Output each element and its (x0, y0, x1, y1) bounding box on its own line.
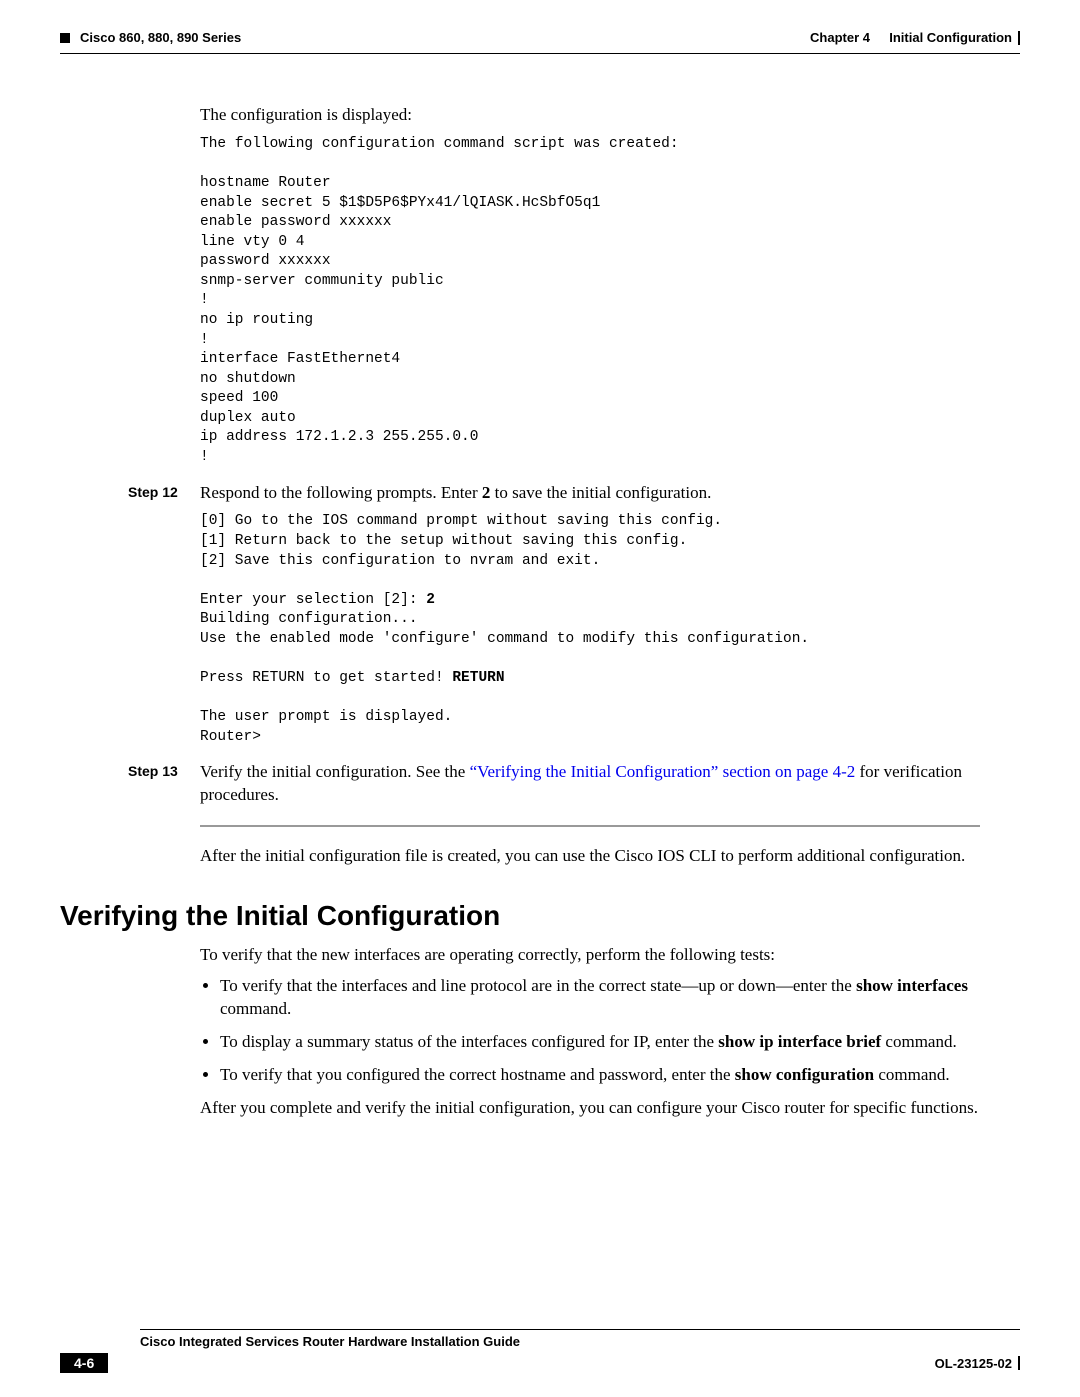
section-heading: Verifying the Initial Configuration (60, 900, 980, 932)
step-13-row: Step 13 Verify the initial configuration… (200, 761, 980, 807)
step12-text-before: Respond to the following prompts. Enter (200, 483, 482, 502)
step-13-label: Step 13 (128, 761, 186, 807)
header-rule (60, 53, 1020, 54)
list-item: To verify that you configured the correc… (220, 1064, 980, 1087)
header-left: Cisco 860, 880, 890 Series (60, 30, 241, 45)
code2-bold2: RETURN (452, 670, 504, 686)
page-footer: Cisco Integrated Services Router Hardwar… (60, 1329, 1020, 1373)
content-area: The configuration is displayed: The foll… (200, 104, 980, 1120)
step13-text-before: Verify the initial configuration. See th… (200, 762, 470, 781)
b3-bold: show configuration (735, 1065, 874, 1084)
code2-part3: The user prompt is displayed. Router> (200, 709, 452, 745)
b1-bold: show interfaces (856, 976, 968, 995)
footer-title: Cisco Integrated Services Router Hardwar… (140, 1334, 1020, 1349)
page: Cisco 860, 880, 890 Series Chapter 4 Ini… (0, 0, 1080, 1397)
header-title: Initial Configuration (889, 30, 1012, 45)
b3-a: To verify that you configured the correc… (220, 1065, 735, 1084)
b1-a: To verify that the interfaces and line p… (220, 976, 856, 995)
closing-paragraph: After you complete and verify the initia… (200, 1097, 980, 1120)
code2-part1: [0] Go to the IOS command prompt without… (200, 513, 722, 607)
b2-c: command. (881, 1032, 957, 1051)
step-12-row: Step 12 Respond to the following prompts… (200, 482, 980, 505)
b2-bold: show ip interface brief (718, 1032, 881, 1051)
step-12-body: Respond to the following prompts. Enter … (200, 482, 980, 505)
footer-bar: 4-6 OL-23125-02 (60, 1353, 1020, 1373)
page-header: Cisco 860, 880, 890 Series Chapter 4 Ini… (60, 30, 1020, 45)
list-item: To verify that the interfaces and line p… (220, 975, 980, 1021)
b2-a: To display a summary status of the inter… (220, 1032, 718, 1051)
verify-intro: To verify that the new interfaces are op… (200, 944, 980, 967)
vertical-bar-icon (1018, 1356, 1020, 1370)
code2-bold1: 2 (426, 592, 435, 608)
verify-config-link[interactable]: “Verifying the Initial Configuration” se… (470, 762, 856, 781)
header-chapter: Chapter 4 (810, 30, 870, 45)
doc-id-text: OL-23125-02 (935, 1356, 1012, 1371)
b1-c: command. (220, 999, 291, 1018)
page-number: 4-6 (60, 1353, 108, 1373)
footer-doc-id: OL-23125-02 (935, 1356, 1020, 1371)
vertical-bar-icon (1018, 31, 1020, 45)
section-divider (200, 825, 980, 827)
step-13-body: Verify the initial configuration. See th… (200, 761, 980, 807)
after-hr-paragraph: After the initial configuration file is … (200, 845, 980, 868)
step-12-label: Step 12 (128, 482, 186, 505)
header-right: Chapter 4 Initial Configuration (810, 30, 1020, 45)
bullet-list: To verify that the interfaces and line p… (220, 975, 980, 1087)
list-item: To display a summary status of the inter… (220, 1031, 980, 1054)
step12-text-after: to save the initial configuration. (490, 483, 711, 502)
b3-c: command. (874, 1065, 950, 1084)
footer-rule (140, 1329, 1020, 1330)
header-left-text: Cisco 860, 880, 890 Series (80, 30, 241, 45)
marker-square-icon (60, 33, 70, 43)
intro-paragraph: The configuration is displayed: (200, 104, 980, 127)
code-block-prompts: [0] Go to the IOS command prompt without… (200, 512, 980, 747)
code-block-config-script: The following configuration command scri… (200, 135, 980, 468)
